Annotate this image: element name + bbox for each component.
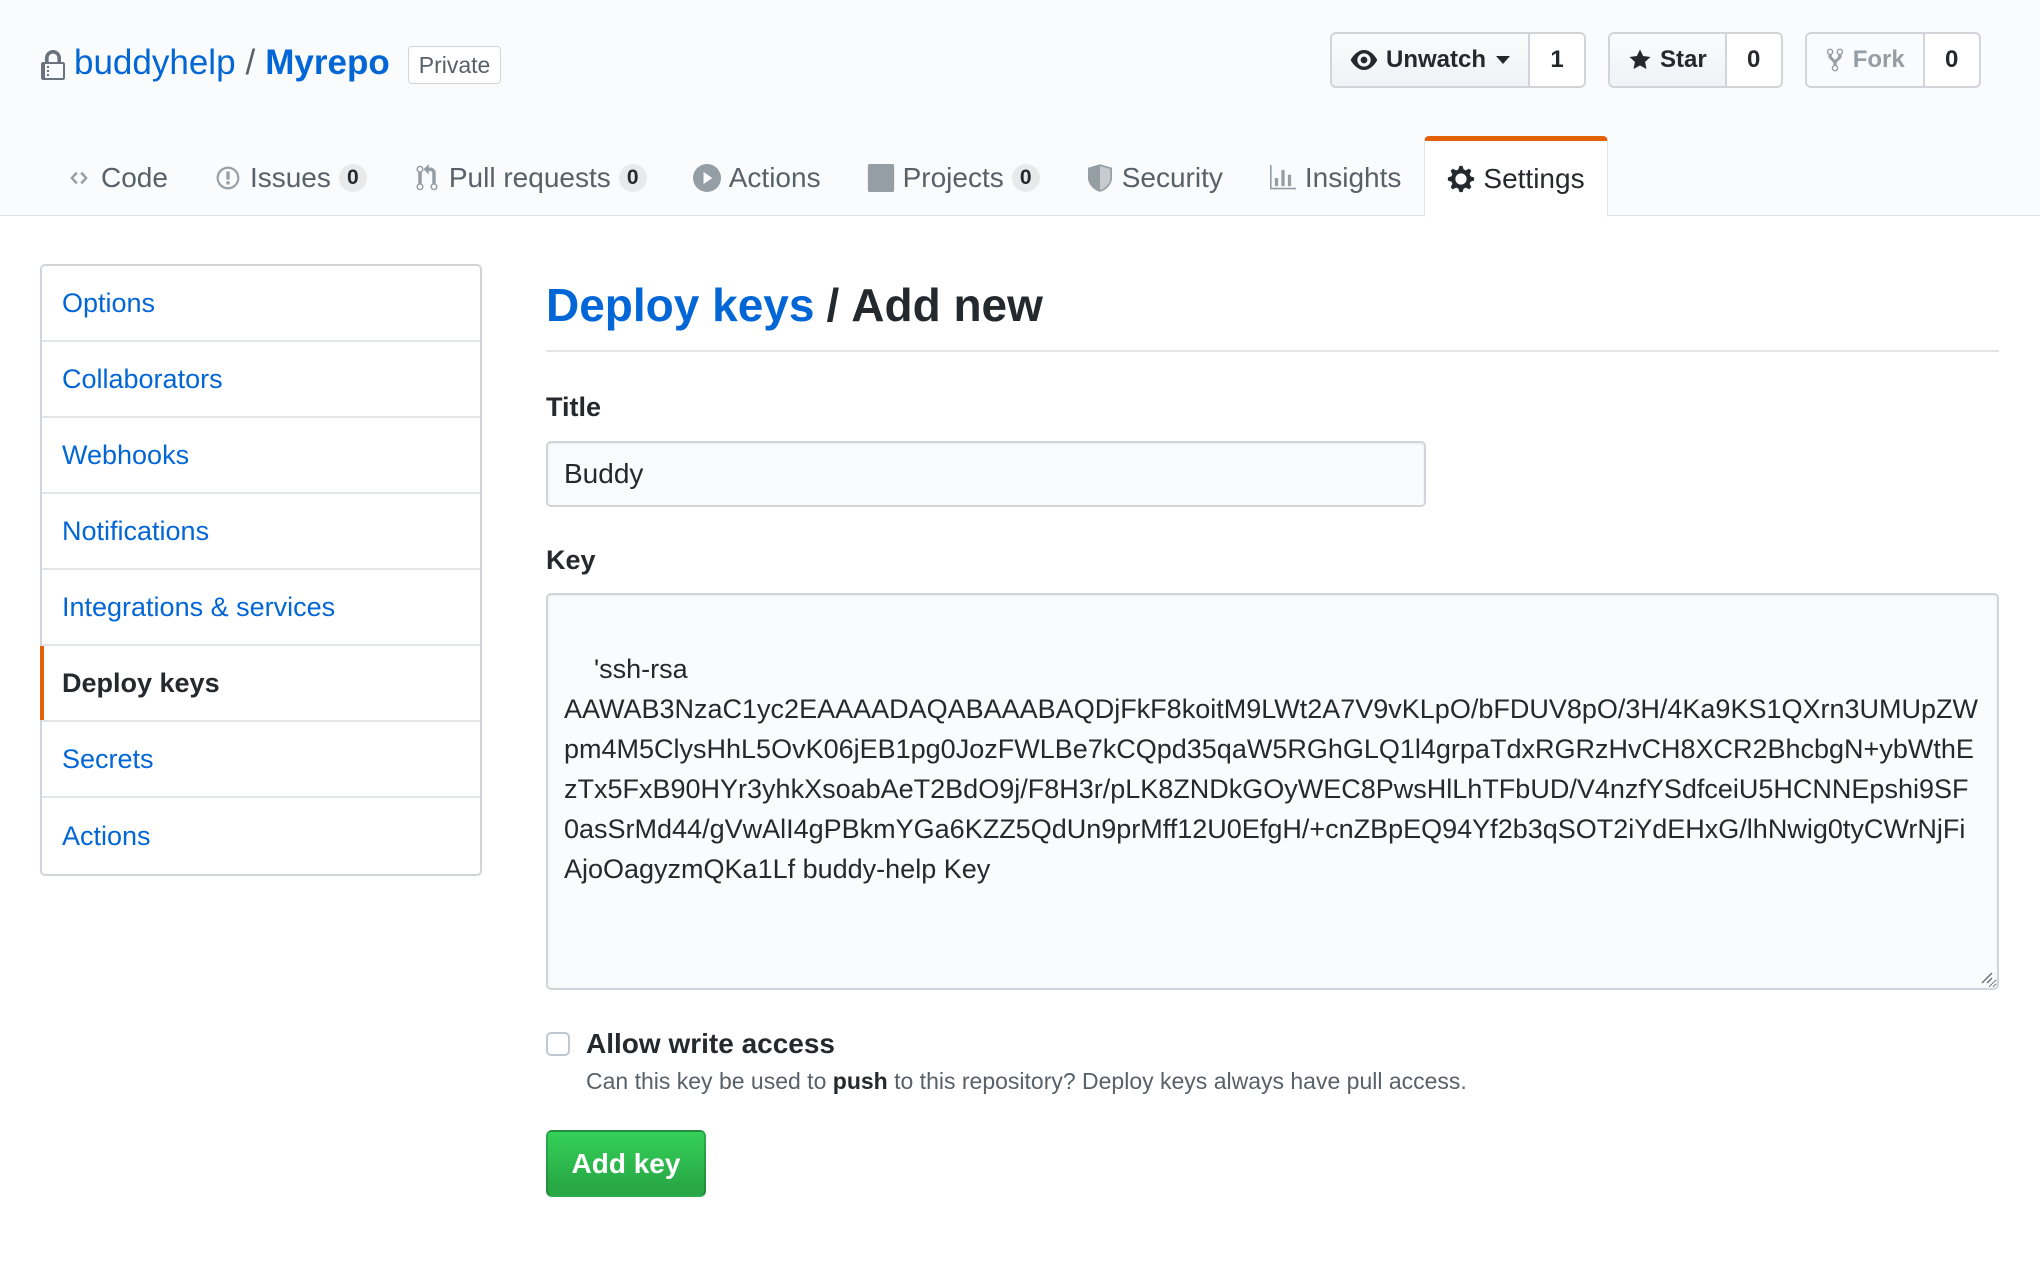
breadcrumb-separator: / [826, 279, 840, 331]
repo-owner-link[interactable]: buddyhelp [74, 43, 236, 83]
write-access-note: Can this key be used to push to this rep… [586, 1068, 1467, 1095]
tab-insights-label: Insights [1304, 162, 1402, 193]
unwatch-label: Unwatch [1386, 46, 1487, 73]
tab-issues[interactable]: Issues 0 [191, 136, 390, 216]
sidebar-item-collaborators[interactable]: Collaborators [42, 342, 480, 418]
note-text-end: to this repository? Deploy keys always h… [887, 1068, 1467, 1094]
repo-path-separator: / [245, 43, 256, 82]
tab-pull-requests-label: Pull requests [448, 162, 611, 193]
write-access-row: Allow write access [546, 1028, 835, 1060]
page-heading: Add new [851, 279, 1043, 331]
note-text-start: Can this key be used to [586, 1068, 833, 1094]
title-input[interactable] [546, 441, 1426, 507]
repo-actions: Unwatch 1 Star 0 Fork 0 [1330, 32, 1981, 88]
sidebar-item-webhooks[interactable]: Webhooks [42, 418, 480, 494]
forks-count[interactable]: 0 [1924, 32, 1981, 88]
sidebar-item-secrets[interactable]: Secrets [42, 722, 480, 798]
sidebar-item-integrations[interactable]: Integrations & services [42, 570, 480, 646]
fork-label: Fork [1852, 46, 1905, 73]
key-text: 'ssh-rsa AAWAB3NzaC1yc2EAAAADAQABAAABAQD… [564, 654, 1978, 884]
tab-security-label: Security [1121, 162, 1223, 193]
key-textarea[interactable]: 'ssh-rsa AAWAB3NzaC1yc2EAAAADAQABAAABAQD… [546, 593, 1999, 990]
key-label: Key [546, 545, 596, 575]
watchers-count[interactable]: 1 [1530, 32, 1587, 88]
breadcrumb-deploy-keys-link[interactable]: Deploy keys [546, 278, 814, 332]
projects-counter: 0 [1011, 164, 1040, 192]
sidebar-item-actions[interactable]: Actions [42, 798, 480, 874]
tab-projects-label: Projects [902, 162, 1004, 193]
settings-sidebar: Options Collaborators Webhooks Notificat… [40, 264, 482, 876]
sidebar-item-options[interactable]: Options [42, 266, 480, 342]
add-key-button[interactable]: Add key [546, 1130, 706, 1197]
repo-forked-icon [1826, 48, 1843, 72]
tab-actions[interactable]: Actions [670, 136, 844, 216]
page-title: Deploy keys / Add new [546, 264, 1999, 352]
play-icon [692, 164, 721, 192]
tab-pull-requests[interactable]: Pull requests 0 [390, 136, 670, 216]
write-access-label[interactable]: Allow write access [586, 1028, 835, 1060]
eye-icon [1350, 50, 1378, 70]
tab-settings-label: Settings [1483, 162, 1585, 194]
star-group: Star 0 [1608, 32, 1783, 88]
stargazers-count[interactable]: 0 [1726, 32, 1783, 88]
fork-button[interactable]: Fork [1804, 32, 1925, 88]
repo-title: buddyhelp / Myrepo Private [40, 38, 502, 88]
tab-security[interactable]: Security [1063, 136, 1246, 216]
tab-code-label: Code [101, 162, 168, 193]
visibility-badge: Private [407, 46, 502, 84]
lock-icon [41, 50, 65, 80]
unwatch-button[interactable]: Unwatch [1330, 32, 1531, 88]
dropdown-caret-icon [1496, 56, 1511, 64]
sidebar-item-notifications[interactable]: Notifications [42, 494, 480, 570]
title-label: Title [546, 392, 602, 422]
code-icon [65, 164, 93, 192]
star-button[interactable]: Star [1608, 32, 1727, 88]
tab-issues-label: Issues [249, 162, 331, 193]
issue-opened-icon [214, 164, 242, 192]
graph-icon [1269, 164, 1297, 192]
shield-icon [1086, 164, 1114, 192]
deploy-key-form: Deploy keys / Add new Title Key 'ssh-rsa… [546, 264, 1999, 1197]
fork-group: Fork 0 [1804, 32, 1981, 88]
tab-insights[interactable]: Insights [1246, 136, 1425, 216]
project-icon [867, 164, 895, 192]
issues-counter: 0 [338, 164, 367, 192]
pull-requests-counter: 0 [618, 164, 647, 192]
star-icon [1629, 49, 1651, 69]
write-access-checkbox[interactable] [546, 1032, 570, 1056]
tab-settings[interactable]: Settings [1424, 136, 1608, 217]
star-label: Star [1660, 46, 1707, 73]
tab-projects[interactable]: Projects 0 [844, 136, 1063, 216]
repo-nav: Code Issues 0 Pull requests 0 Actions Pr… [40, 136, 1608, 217]
watch-group: Unwatch 1 [1330, 32, 1587, 88]
resize-handle-icon[interactable] [1977, 968, 1993, 984]
note-text-bold: push [832, 1068, 888, 1094]
repo-header: buddyhelp / Myrepo Private Unwatch 1 Sta… [0, 0, 2040, 217]
tab-code[interactable]: Code [40, 136, 191, 216]
repo-name-link[interactable]: Myrepo [265, 43, 389, 83]
gear-icon [1447, 165, 1475, 193]
git-pull-request-icon [413, 164, 441, 192]
tab-actions-label: Actions [728, 162, 821, 193]
sidebar-item-deploy-keys[interactable]: Deploy keys [40, 646, 480, 722]
